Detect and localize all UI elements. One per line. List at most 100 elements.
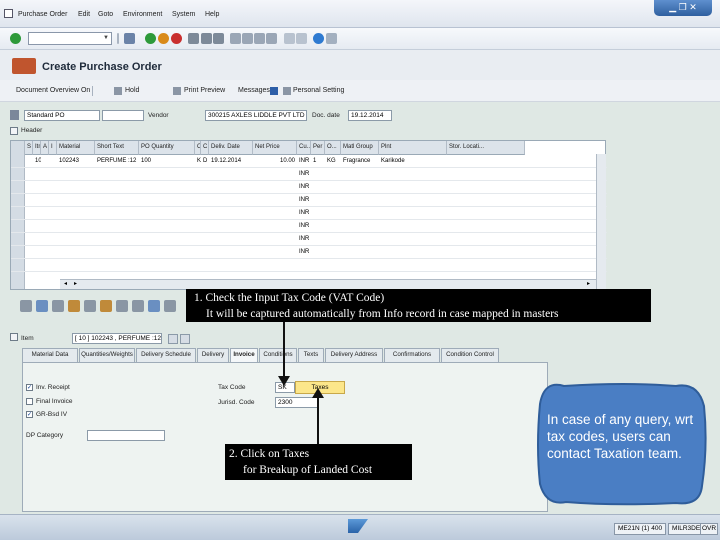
first-page-icon[interactable] bbox=[230, 33, 241, 44]
table-cell[interactable]: 10 bbox=[33, 155, 41, 168]
table-row[interactable]: INR bbox=[11, 181, 607, 194]
minimize-icon[interactable]: ▁ bbox=[669, 2, 676, 12]
next-item-icon[interactable] bbox=[180, 334, 190, 344]
back-icon[interactable] bbox=[145, 33, 156, 44]
next-page-icon[interactable] bbox=[254, 33, 265, 44]
tab-condition-control[interactable]: Condition Control bbox=[441, 348, 499, 362]
table-cell[interactable]: Karikode bbox=[379, 155, 447, 168]
table-row[interactable]: INR bbox=[11, 233, 607, 246]
restore-icon[interactable]: ❐ bbox=[679, 2, 687, 12]
shortcut-icon[interactable] bbox=[296, 33, 307, 44]
jurisd-code-field[interactable]: 2300 bbox=[275, 397, 319, 408]
column-header[interactable]: Short Text bbox=[95, 141, 139, 155]
table-cell[interactable]: D bbox=[201, 155, 209, 168]
currency-cell[interactable]: INR bbox=[297, 194, 311, 207]
table-cell[interactable]: 100 bbox=[139, 155, 195, 168]
menu-purchase-order[interactable]: Purchase Order bbox=[18, 11, 67, 18]
table-cell[interactable]: 1 bbox=[311, 155, 325, 168]
column-header[interactable]: C bbox=[201, 141, 209, 155]
horizontal-scrollbar[interactable]: ◂ ▸ ▸ bbox=[60, 279, 596, 289]
details-icon[interactable] bbox=[20, 300, 32, 312]
cut-row-icon[interactable] bbox=[84, 300, 96, 312]
table-row[interactable]: INR bbox=[11, 168, 607, 181]
column-header[interactable]: I bbox=[49, 141, 57, 155]
add-row-icon[interactable] bbox=[36, 300, 48, 312]
menu-system[interactable]: System bbox=[172, 11, 195, 18]
column-header[interactable]: A bbox=[41, 141, 49, 155]
expand-header-icon[interactable] bbox=[10, 127, 18, 135]
save-icon[interactable] bbox=[124, 33, 135, 44]
last-page-icon[interactable] bbox=[266, 33, 277, 44]
tab-texts[interactable]: Texts bbox=[298, 348, 324, 362]
document-overview-button[interactable]: Document Overview On bbox=[16, 87, 90, 94]
column-header[interactable]: Itm bbox=[33, 141, 41, 155]
table-cell[interactable]: 102243 bbox=[57, 155, 95, 168]
tab-invoice[interactable]: Invoice bbox=[230, 348, 258, 362]
table-cell[interactable]: INR bbox=[297, 155, 311, 168]
tab-delivery-schedule[interactable]: Delivery Schedule bbox=[136, 348, 196, 362]
personal-setting-icon[interactable] bbox=[283, 87, 291, 95]
scroll-right-icon[interactable]: ▸ bbox=[74, 280, 77, 287]
messages-button[interactable]: Messages bbox=[238, 87, 270, 94]
tab-quantities-weights[interactable]: Quantities/Weights bbox=[79, 348, 135, 362]
default-values-icon[interactable] bbox=[148, 300, 160, 312]
currency-cell[interactable]: INR bbox=[297, 220, 311, 233]
column-header[interactable]: Per bbox=[311, 141, 325, 155]
table-row[interactable]: INR bbox=[11, 246, 607, 259]
column-header[interactable]: S bbox=[25, 141, 33, 155]
tab-confirmations[interactable]: Confirmations bbox=[384, 348, 440, 362]
inv-receipt-checkbox[interactable]: ✓ bbox=[26, 384, 33, 391]
currency-cell[interactable]: INR bbox=[297, 246, 311, 259]
vertical-scrollbar[interactable] bbox=[596, 154, 606, 290]
menu-goto[interactable]: Goto bbox=[98, 11, 113, 18]
table-row[interactable] bbox=[11, 259, 607, 272]
tab-material-data[interactable]: Material Data bbox=[22, 348, 78, 362]
column-header[interactable]: O... bbox=[325, 141, 341, 155]
tab-delivery[interactable]: Delivery bbox=[197, 348, 229, 362]
help-icon[interactable] bbox=[313, 33, 324, 44]
print-preview-button[interactable]: Print Preview bbox=[184, 87, 225, 94]
final-invoice-checkbox[interactable] bbox=[26, 398, 33, 405]
column-header[interactable]: PO Quantity bbox=[139, 141, 195, 155]
new-session-icon[interactable] bbox=[284, 33, 295, 44]
table-cell[interactable]: Fragrance bbox=[341, 155, 379, 168]
paste-row-icon[interactable] bbox=[100, 300, 112, 312]
tab-delivery-address[interactable]: Delivery Address bbox=[325, 348, 383, 362]
previous-item-icon[interactable] bbox=[168, 334, 178, 344]
currency-cell[interactable]: INR bbox=[297, 233, 311, 246]
info-icon[interactable] bbox=[270, 87, 278, 95]
find-next-icon[interactable] bbox=[213, 33, 224, 44]
print-icon[interactable] bbox=[188, 33, 199, 44]
layout-menu-icon[interactable] bbox=[326, 33, 337, 44]
table-row[interactable]: INR bbox=[11, 220, 607, 233]
command-field[interactable]: ▼ bbox=[28, 32, 112, 45]
po-number-field[interactable] bbox=[102, 110, 144, 121]
collapse-item-icon[interactable] bbox=[10, 333, 18, 341]
find-icon[interactable] bbox=[201, 33, 212, 44]
item-select[interactable]: [ 10 ] 102243 , PERFUME :12 bbox=[72, 333, 162, 344]
hold-icon[interactable] bbox=[114, 87, 122, 95]
column-header[interactable]: Cu... bbox=[297, 141, 311, 155]
filter-icon[interactable] bbox=[132, 300, 144, 312]
copy-row-icon[interactable] bbox=[68, 300, 80, 312]
table-row[interactable]: 10 102243PERFUME :12100 KG D19.12.201410.00… bbox=[11, 155, 607, 168]
chevron-down-icon[interactable]: ▼ bbox=[102, 34, 110, 43]
addl-planning-icon[interactable] bbox=[164, 300, 176, 312]
menu-edit[interactable]: Edit bbox=[78, 11, 90, 18]
delete-row-icon[interactable] bbox=[52, 300, 64, 312]
column-header[interactable]: Plnt bbox=[379, 141, 447, 155]
table-row[interactable]: INR bbox=[11, 207, 607, 220]
column-header[interactable]: Matl Group bbox=[341, 141, 379, 155]
cancel-icon[interactable] bbox=[171, 33, 182, 44]
sap-window-icon[interactable] bbox=[4, 9, 13, 18]
insert-mode[interactable]: OVR bbox=[700, 523, 719, 535]
sort-icon[interactable] bbox=[116, 300, 128, 312]
currency-cell[interactable]: INR bbox=[297, 168, 311, 181]
table-cell[interactable]: 10.00 bbox=[253, 155, 297, 168]
print-preview-icon[interactable] bbox=[173, 87, 181, 95]
table-cell[interactable]: PERFUME :12 bbox=[95, 155, 139, 168]
personal-setting-button[interactable]: Personal Setting bbox=[293, 87, 344, 94]
previous-page-icon[interactable] bbox=[242, 33, 253, 44]
session-info[interactable]: ME21N (1) 400 bbox=[614, 523, 667, 535]
enter-icon[interactable] bbox=[10, 33, 21, 44]
